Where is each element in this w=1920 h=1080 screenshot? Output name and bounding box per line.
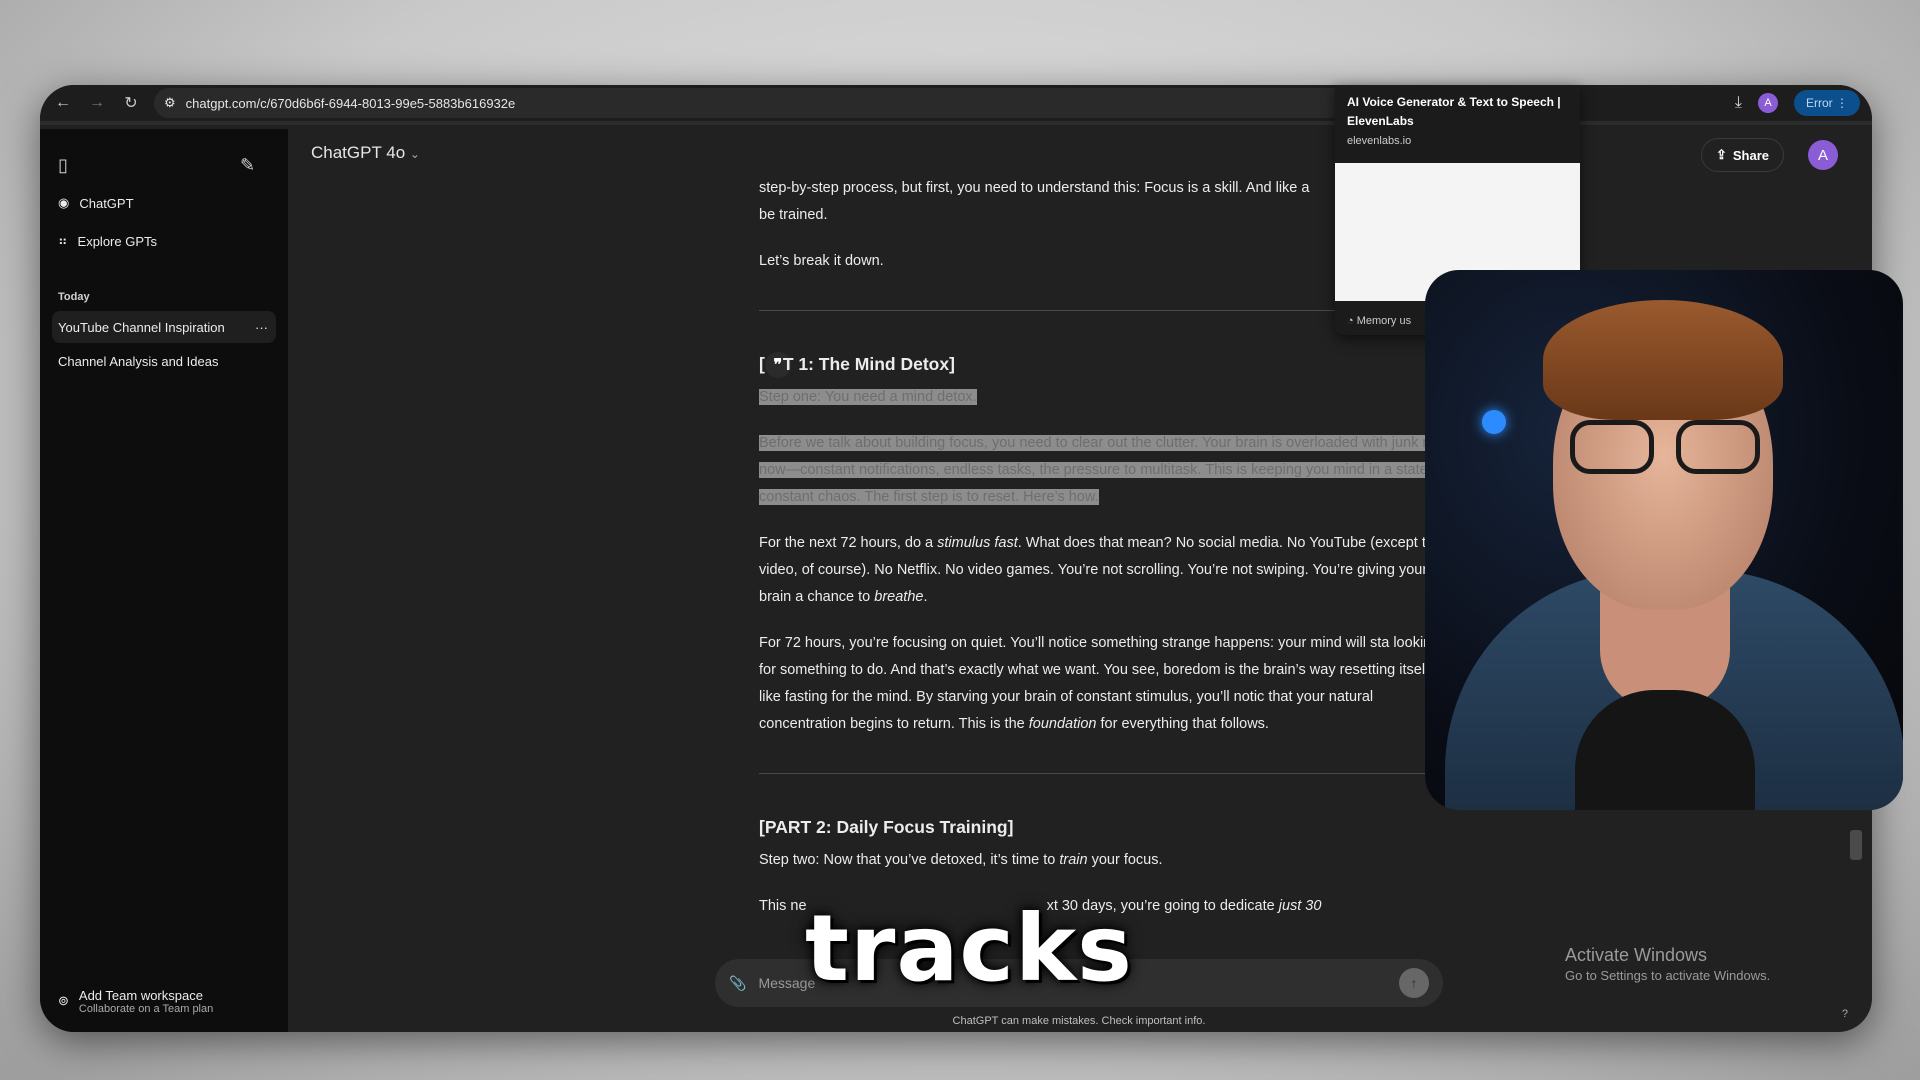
new-chat-icon[interactable]: ✎: [240, 155, 255, 176]
toggle-sidebar-icon[interactable]: ▯: [58, 155, 68, 176]
selected-text: Before we talk about building focus, you…: [759, 435, 1451, 506]
preview-title: AI Voice Generator & Text to Speech | El…: [1347, 95, 1561, 128]
divider: [759, 773, 1459, 775]
browser-toolbar: ← → ↻ ⚙ chatgpt.com/c/670d6b6f-6944-8013…: [40, 85, 1872, 125]
share-label: Share: [1732, 147, 1769, 163]
sidebar: ▯ ✎ ◉ ChatGPT ⠶ Explore GPTs Today YouTube…: [40, 129, 288, 1032]
grid-icon: ⠶: [58, 233, 68, 248]
paragraph: For 72 hours, you’re focusing on quiet. …: [759, 635, 1456, 733]
back-icon[interactable]: ←: [46, 94, 80, 112]
sidebar-item-explore-gpts[interactable]: ⠶ Explore GPTs: [52, 225, 276, 257]
profile-avatar[interactable]: A: [1757, 93, 1778, 113]
hair: [1543, 300, 1783, 420]
video-caption: tracks: [805, 895, 1133, 1002]
model-name: ChatGPT 4o: [311, 143, 406, 162]
activate-windows-watermark: Activate Windows Go to Settings to activ…: [1565, 945, 1770, 983]
paragraph: For the next 72 hours, do a stimulus fas…: [759, 535, 1445, 606]
error-label: Error: [1805, 96, 1833, 110]
section-heading: [❞T 1: The Mind Detox]: [759, 351, 1459, 379]
memory-usage: ◔ Memory us: [1347, 315, 1412, 327]
selected-text: Step one: You need a mind detox.: [759, 389, 977, 406]
bokeh-light: [1482, 410, 1506, 434]
section-label-today: Today: [58, 291, 90, 303]
glasses: [1570, 420, 1760, 474]
chatgpt-logo-icon: ◉: [58, 195, 70, 210]
url-text: chatgpt.com/c/670d6b6f-6944-8013-99e5-58…: [185, 95, 516, 111]
preview-domain: elevenlabs.io: [1347, 135, 1412, 147]
sidebar-item-label: ChatGPT: [79, 195, 134, 211]
help-button[interactable]: ?: [1842, 1008, 1848, 1020]
section-heading: [PART 2: Daily Focus Training]: [759, 817, 1014, 838]
webcam-overlay: [1425, 270, 1903, 810]
share-icon: ⇪: [1715, 147, 1727, 162]
model-selector[interactable]: ChatGPT 4o ⌄: [311, 143, 420, 163]
disclaimer: ChatGPT can make mistakes. Check importa…: [952, 1015, 1206, 1027]
address-bar[interactable]: ⚙ chatgpt.com/c/670d6b6f-6944-8013-99e5-…: [154, 88, 1414, 118]
chat-title: Channel Analysis and Ideas: [58, 353, 219, 369]
chat-item[interactable]: Channel Analysis and Ideas: [52, 345, 276, 377]
team-subtitle: Collaborate on a Team plan: [78, 1002, 214, 1015]
attach-icon[interactable]: 📎: [729, 975, 746, 992]
paragraph: Before we talk about building focus, you…: [759, 430, 1459, 511]
reload-icon[interactable]: ↻: [114, 93, 148, 113]
team-title: Add Team workspace: [78, 987, 203, 1003]
error-menu-button[interactable]: Error ⋮: [1793, 90, 1860, 116]
share-button[interactable]: ⇪ Share: [1700, 138, 1784, 172]
site-settings-icon[interactable]: ⚙: [164, 95, 176, 111]
chevron-down-icon: ⌄: [409, 147, 420, 161]
chat-title: YouTube Channel Inspiration: [58, 319, 225, 335]
send-button[interactable]: ↑: [1399, 968, 1429, 998]
avatar[interactable]: A: [1808, 140, 1838, 170]
add-team-workspace-button[interactable]: ⊚ Add Team workspace Collaborate on a Tea…: [52, 979, 276, 1023]
forward-icon[interactable]: →: [80, 94, 114, 112]
scrollbar[interactable]: [1850, 830, 1862, 860]
download-icon[interactable]: ⤓: [1735, 94, 1742, 112]
team-icon: ⊚: [58, 993, 69, 1008]
sidebar-item-chatgpt[interactable]: ◉ ChatGPT: [52, 187, 276, 219]
paragraph: Step two: Now that you’ve detoxed, it’s …: [759, 852, 1163, 869]
activate-subtitle: Go to Settings to activate Windows.: [1565, 968, 1771, 983]
activate-title: Activate Windows: [1565, 945, 1708, 965]
chat-item[interactable]: YouTube Channel Inspiration ···: [52, 311, 276, 343]
more-options-icon[interactable]: ···: [255, 320, 268, 335]
sidebar-item-label: Explore GPTs: [77, 233, 158, 249]
paragraph: Step one: You need a mind detox.: [759, 384, 1459, 411]
